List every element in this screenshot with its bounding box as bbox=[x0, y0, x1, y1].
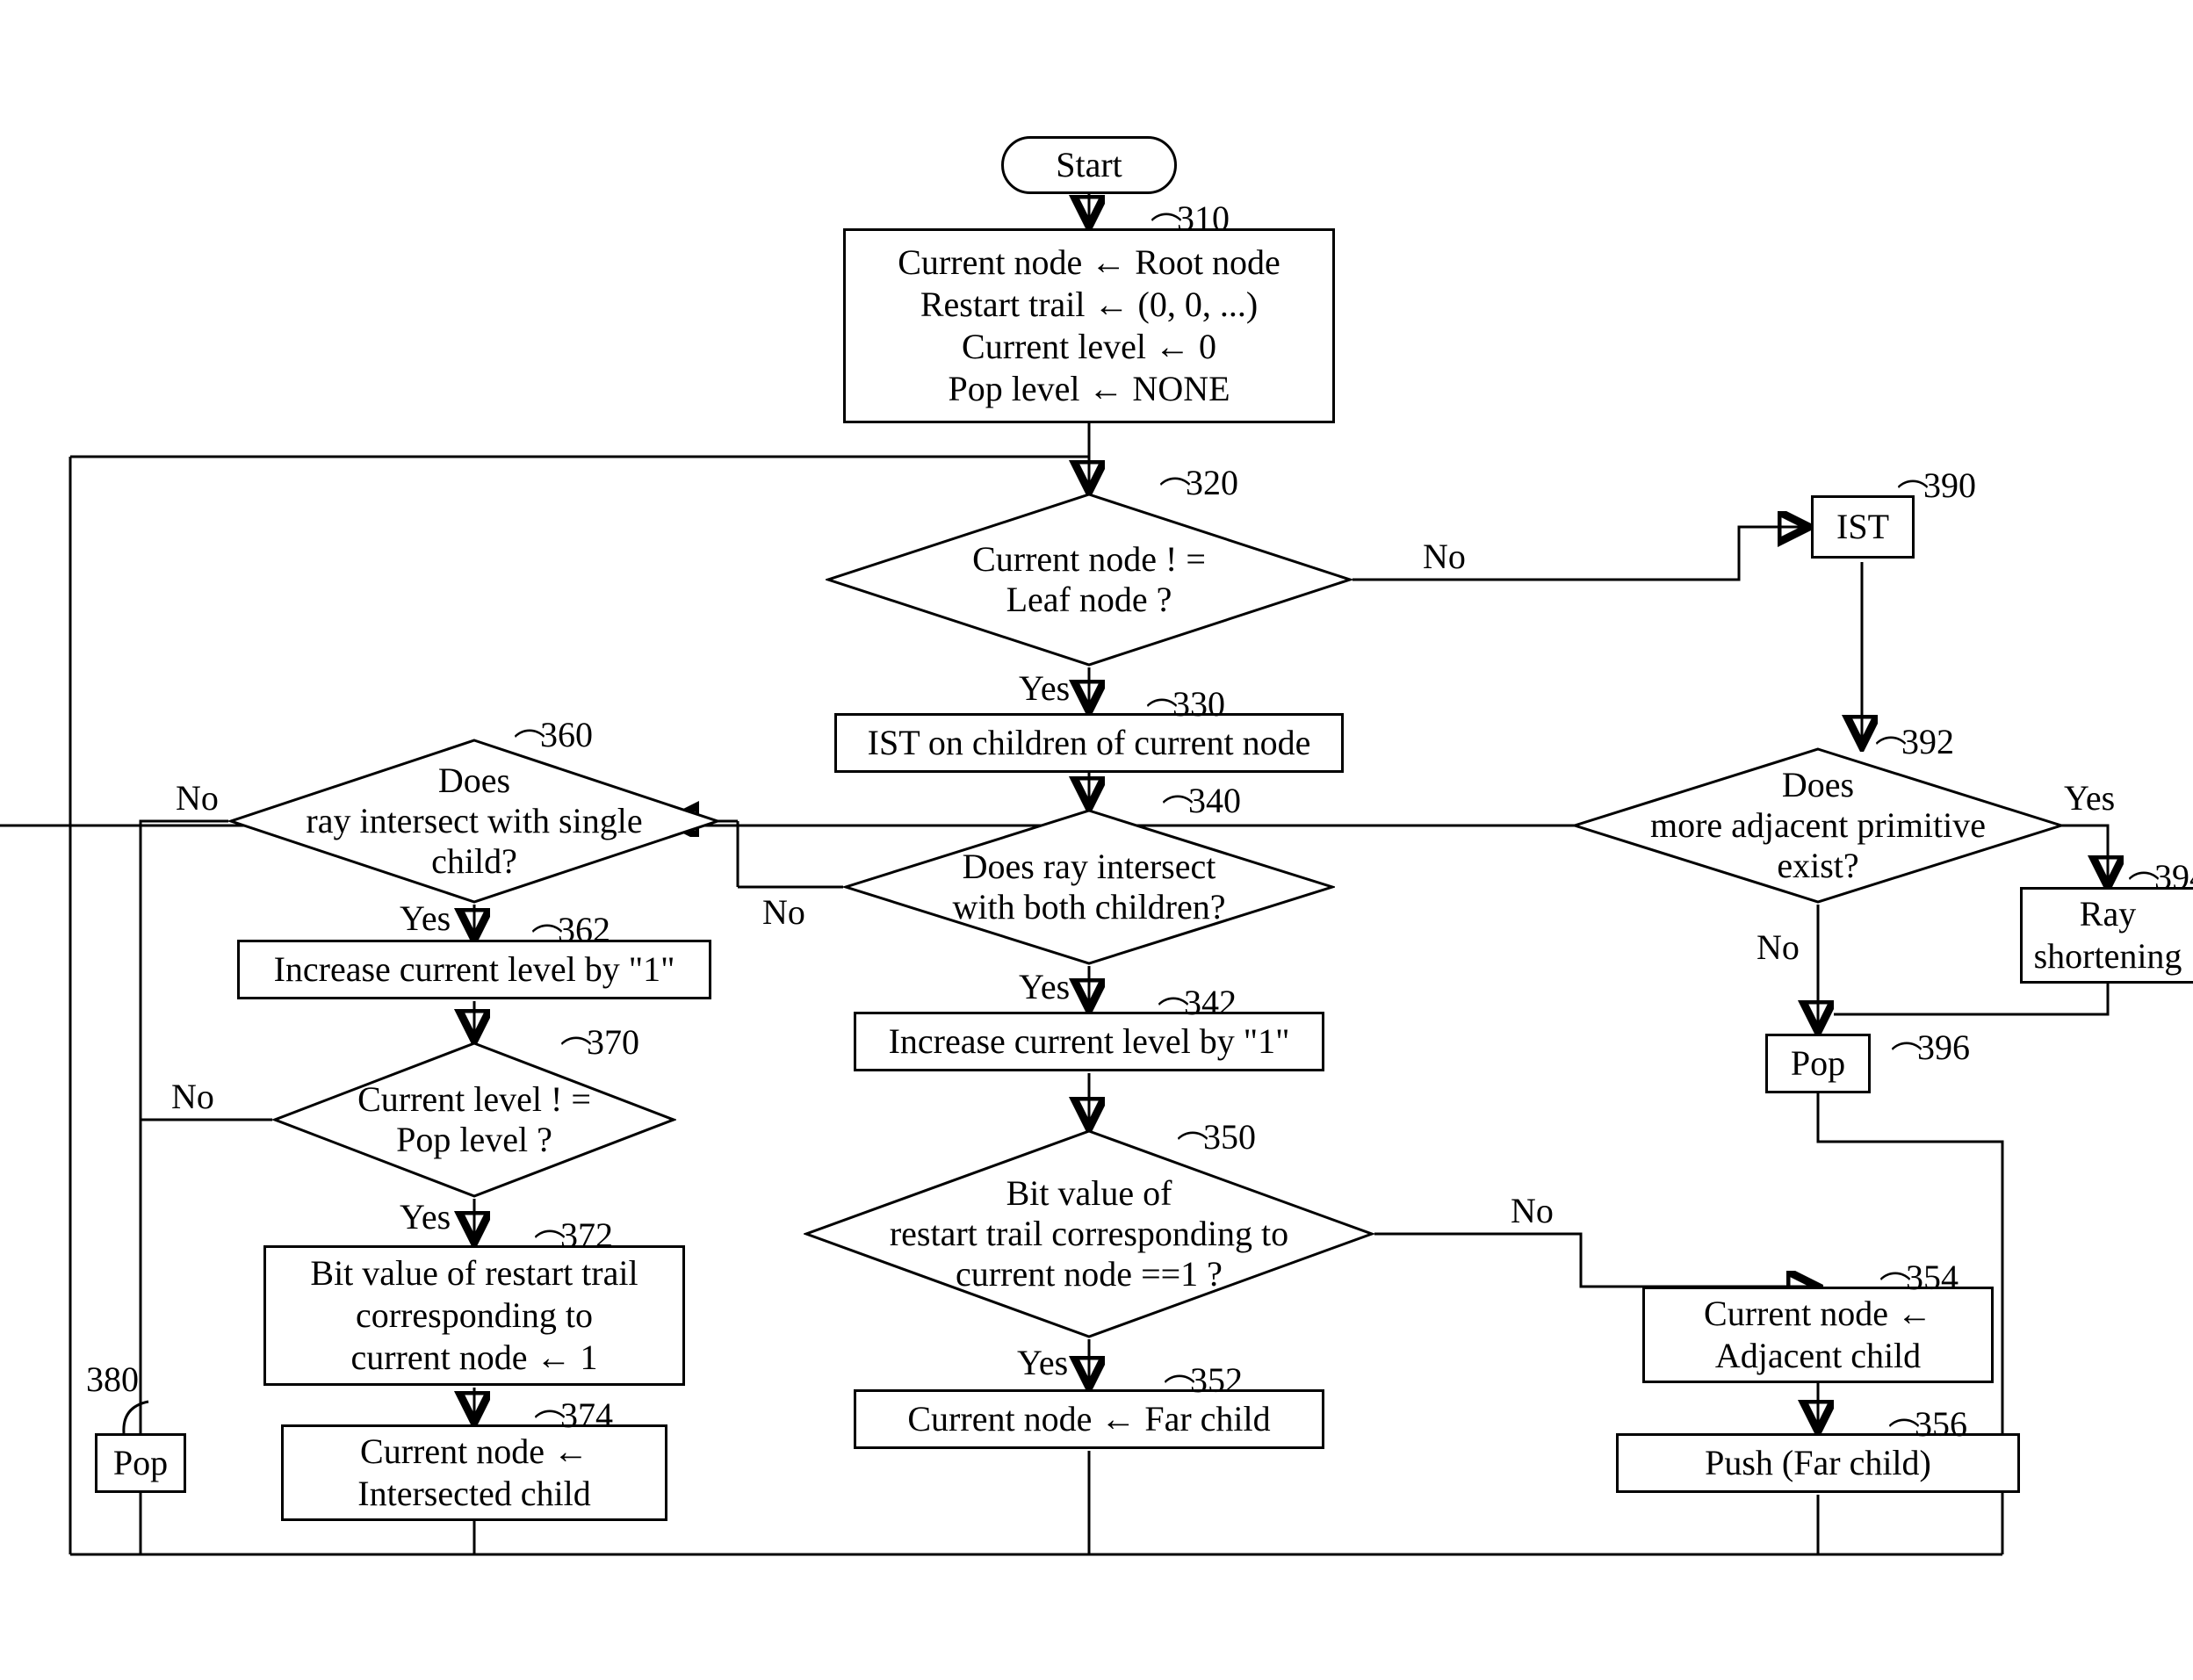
ref-350: 350 bbox=[1203, 1116, 1256, 1157]
process-362: Increase current level by "1" bbox=[237, 940, 711, 999]
process-342-label: Increase current level by "1" bbox=[889, 1020, 1290, 1063]
ref-360: 360 bbox=[540, 714, 593, 755]
ref-390: 390 bbox=[1923, 465, 1976, 506]
ref-330: 330 bbox=[1172, 683, 1225, 725]
decision-360-label: Does ray intersect with single child? bbox=[306, 761, 642, 882]
process-310-label: Current node ← Root node Restart trail ←… bbox=[898, 242, 1280, 410]
ref-320: 320 bbox=[1186, 462, 1238, 503]
decision-350-label: Bit value of restart trail corresponding… bbox=[890, 1173, 1288, 1294]
flowchart-canvas: Start Current node ← Root node Restart t… bbox=[0, 0, 2193, 1680]
process-396-label: Pop bbox=[1791, 1042, 1845, 1085]
ref-374: 374 bbox=[560, 1395, 613, 1436]
start-terminator: Start bbox=[1001, 136, 1177, 194]
ref-396: 396 bbox=[1917, 1027, 1970, 1068]
decision-350: Bit value of restart trail corresponding… bbox=[804, 1128, 1374, 1339]
process-372: Bit value of restart trail corresponding… bbox=[263, 1245, 685, 1386]
process-352: Current node ← Far child bbox=[854, 1389, 1324, 1449]
start-label: Start bbox=[1056, 144, 1122, 186]
process-342: Increase current level by "1" bbox=[854, 1012, 1324, 1071]
process-374: Current node ← Intersected child bbox=[281, 1424, 667, 1521]
ref-380: 380 bbox=[86, 1359, 139, 1400]
edge-340-yes: Yes bbox=[1019, 966, 1070, 1007]
ref-392: 392 bbox=[1901, 721, 1954, 762]
decision-320-label: Current node ! = Leaf node ? bbox=[972, 539, 1206, 620]
edge-392-no: No bbox=[1757, 927, 1800, 968]
decision-370-label: Current level ! = Pop level ? bbox=[357, 1079, 591, 1160]
process-390-label: IST bbox=[1836, 506, 1889, 548]
edge-350-yes: Yes bbox=[1017, 1342, 1068, 1383]
decision-392-label: Does more adjacent primitive exist? bbox=[1650, 765, 1986, 886]
process-380-label: Pop bbox=[113, 1442, 168, 1484]
process-372-label: Bit value of restart trail corresponding… bbox=[310, 1252, 638, 1379]
ref-310: 310 bbox=[1177, 198, 1230, 239]
process-396: Pop bbox=[1765, 1034, 1871, 1093]
decision-340: Does ray intersect with both children? bbox=[843, 808, 1335, 966]
edge-370-no: No bbox=[171, 1076, 214, 1117]
edge-360-no: No bbox=[176, 777, 219, 818]
process-394-label: Ray shortening bbox=[2034, 893, 2182, 977]
edge-370-yes: Yes bbox=[400, 1196, 451, 1237]
process-352-label: Current node ← Far child bbox=[907, 1398, 1270, 1440]
ref-372: 372 bbox=[560, 1215, 613, 1256]
process-330: IST on children of current node bbox=[834, 713, 1344, 773]
edge-350-no: No bbox=[1511, 1190, 1554, 1231]
edge-360-yes: Yes bbox=[400, 898, 451, 939]
edge-320-no: No bbox=[1423, 536, 1466, 577]
ref-342: 342 bbox=[1184, 982, 1237, 1023]
decision-360: Does ray intersect with single child? bbox=[228, 738, 720, 905]
ref-354: 354 bbox=[1906, 1257, 1959, 1298]
ref-362: 362 bbox=[558, 909, 610, 950]
process-310: Current node ← Root node Restart trail ←… bbox=[843, 228, 1335, 423]
decision-392: Does more adjacent primitive exist? bbox=[1572, 746, 2064, 905]
ref-340: 340 bbox=[1188, 780, 1241, 821]
process-380: Pop bbox=[95, 1433, 186, 1493]
ref-394: 394 bbox=[2154, 856, 2193, 898]
decision-340-label: Does ray intersect with both children? bbox=[952, 847, 1225, 927]
edge-320-yes: Yes bbox=[1019, 667, 1070, 709]
decision-320: Current node ! = Leaf node ? bbox=[826, 492, 1353, 667]
ref-356: 356 bbox=[1915, 1403, 1967, 1445]
edge-392-yes: Yes bbox=[2064, 777, 2115, 818]
ref-352: 352 bbox=[1190, 1359, 1243, 1401]
decision-370: Current level ! = Pop level ? bbox=[272, 1041, 676, 1199]
edge-340-no: No bbox=[762, 891, 805, 933]
ref-370: 370 bbox=[587, 1021, 639, 1063]
process-354: Current node ← Adjacent child bbox=[1642, 1287, 1994, 1383]
process-330-label: IST on children of current node bbox=[868, 722, 1311, 764]
process-394: Ray shortening bbox=[2020, 887, 2193, 984]
process-362-label: Increase current level by "1" bbox=[274, 948, 675, 991]
